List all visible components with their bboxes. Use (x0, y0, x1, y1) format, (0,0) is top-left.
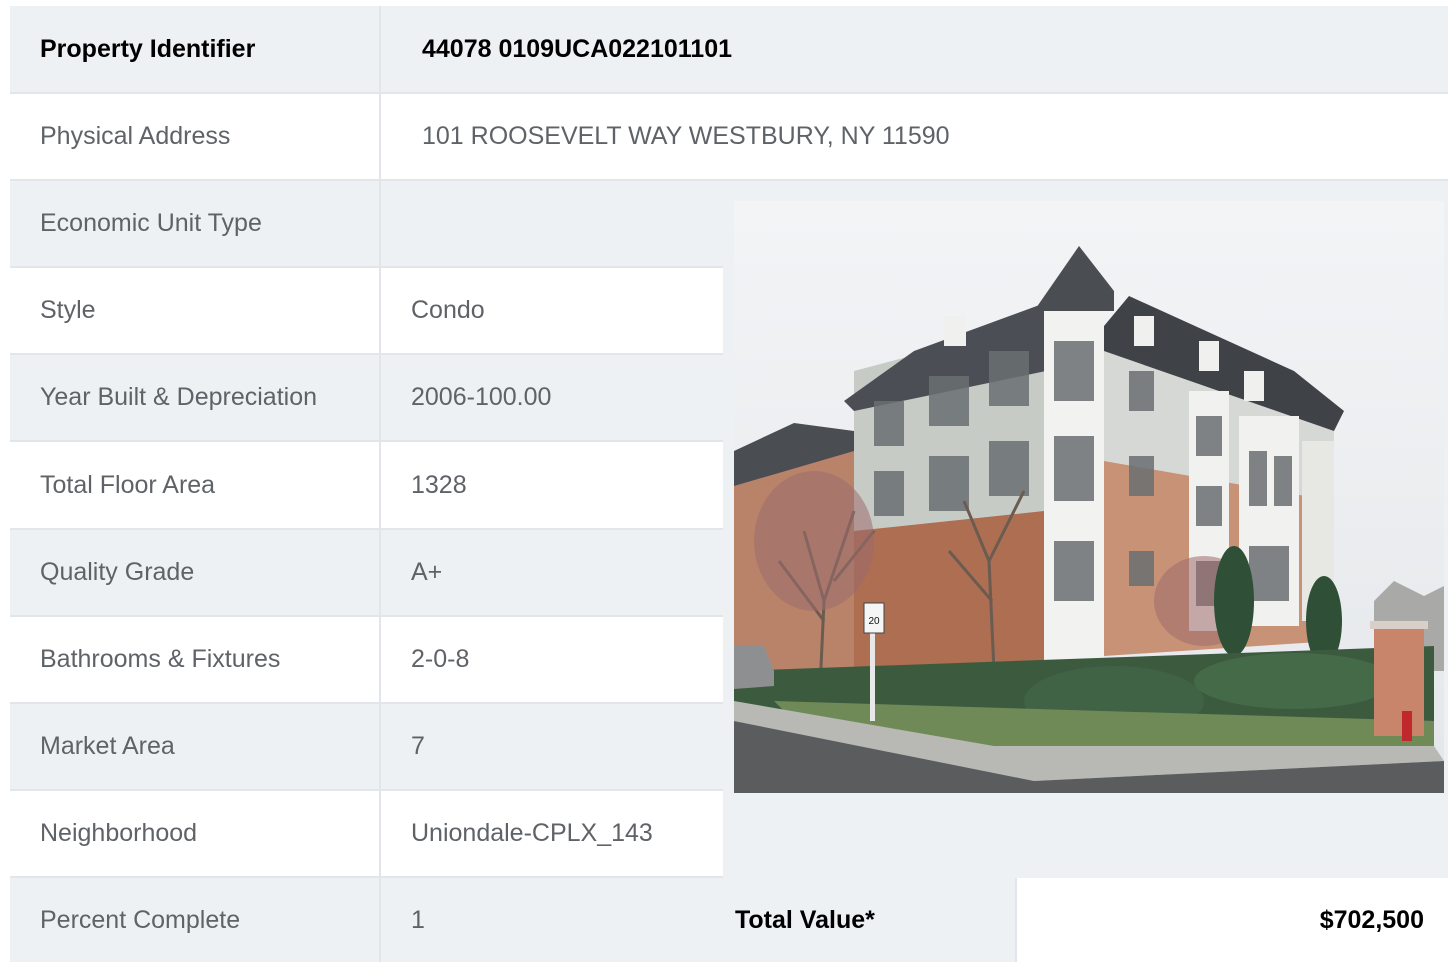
quality-grade-label: Quality Grade (10, 530, 381, 615)
property-identifier-value: 44078 0109UCA022101101 (422, 34, 732, 63)
property-identifier-row: Property Identifier 44078 0109UCA0221011… (10, 6, 1448, 94)
quality-grade-row: Quality Grade A+ (10, 530, 723, 617)
percent-complete-value: 1 (411, 905, 425, 934)
total-value-row: Total Value* $702,500 (723, 878, 1448, 962)
bathrooms-fixtures-row: Bathrooms & Fixtures 2-0-8 (10, 617, 723, 704)
bathrooms-fixtures-value: 2-0-8 (411, 645, 470, 673)
total-value-amount: $702,500 (1017, 878, 1448, 962)
economic-unit-type-label: Economic Unit Type (10, 181, 381, 266)
total-value-label: Total Value* (723, 878, 1017, 962)
neighborhood-row: Neighborhood Uniondale-CPLX_143 (10, 791, 723, 878)
economic-unit-type-value (381, 181, 411, 266)
style-row: Style Condo (10, 268, 723, 355)
total-floor-area-label: Total Floor Area (10, 442, 381, 528)
year-built-row: Year Built & Depreciation 2006-100.00 (10, 355, 723, 442)
property-identifier-label: Property Identifier (10, 6, 381, 92)
physical-address-label: Physical Address (10, 94, 381, 179)
speed-sign-number: 20 (868, 616, 880, 627)
total-floor-area-row: Total Floor Area 1328 (10, 442, 723, 530)
year-built-value: 2006-100.00 (411, 383, 552, 411)
bathrooms-fixtures-label: Bathrooms & Fixtures (10, 617, 381, 702)
percent-complete-label: Percent Complete (10, 878, 381, 962)
year-built-label: Year Built & Depreciation (10, 355, 381, 440)
market-area-row: Market Area 7 (10, 704, 723, 791)
neighborhood-value: Uniondale-CPLX_143 (411, 819, 653, 847)
economic-unit-type-row: Economic Unit Type (10, 181, 723, 268)
property-photo: 20 (734, 201, 1444, 793)
total-floor-area-value: 1328 (411, 470, 467, 499)
neighborhood-label: Neighborhood (10, 791, 381, 876)
market-area-value: 7 (411, 732, 425, 760)
market-area-label: Market Area (10, 704, 381, 789)
property-record-card: Property Identifier 44078 0109UCA0221011… (10, 6, 1448, 962)
percent-complete-row: Percent Complete 1 (10, 878, 723, 962)
physical-address-row: Physical Address 101 ROOSEVELT WAY WESTB… (10, 94, 1448, 181)
physical-address-value: 101 ROOSEVELT WAY WESTBURY, NY 11590 (422, 122, 950, 150)
quality-grade-value: A+ (411, 558, 443, 586)
style-label: Style (10, 268, 381, 353)
style-value: Condo (411, 296, 485, 324)
